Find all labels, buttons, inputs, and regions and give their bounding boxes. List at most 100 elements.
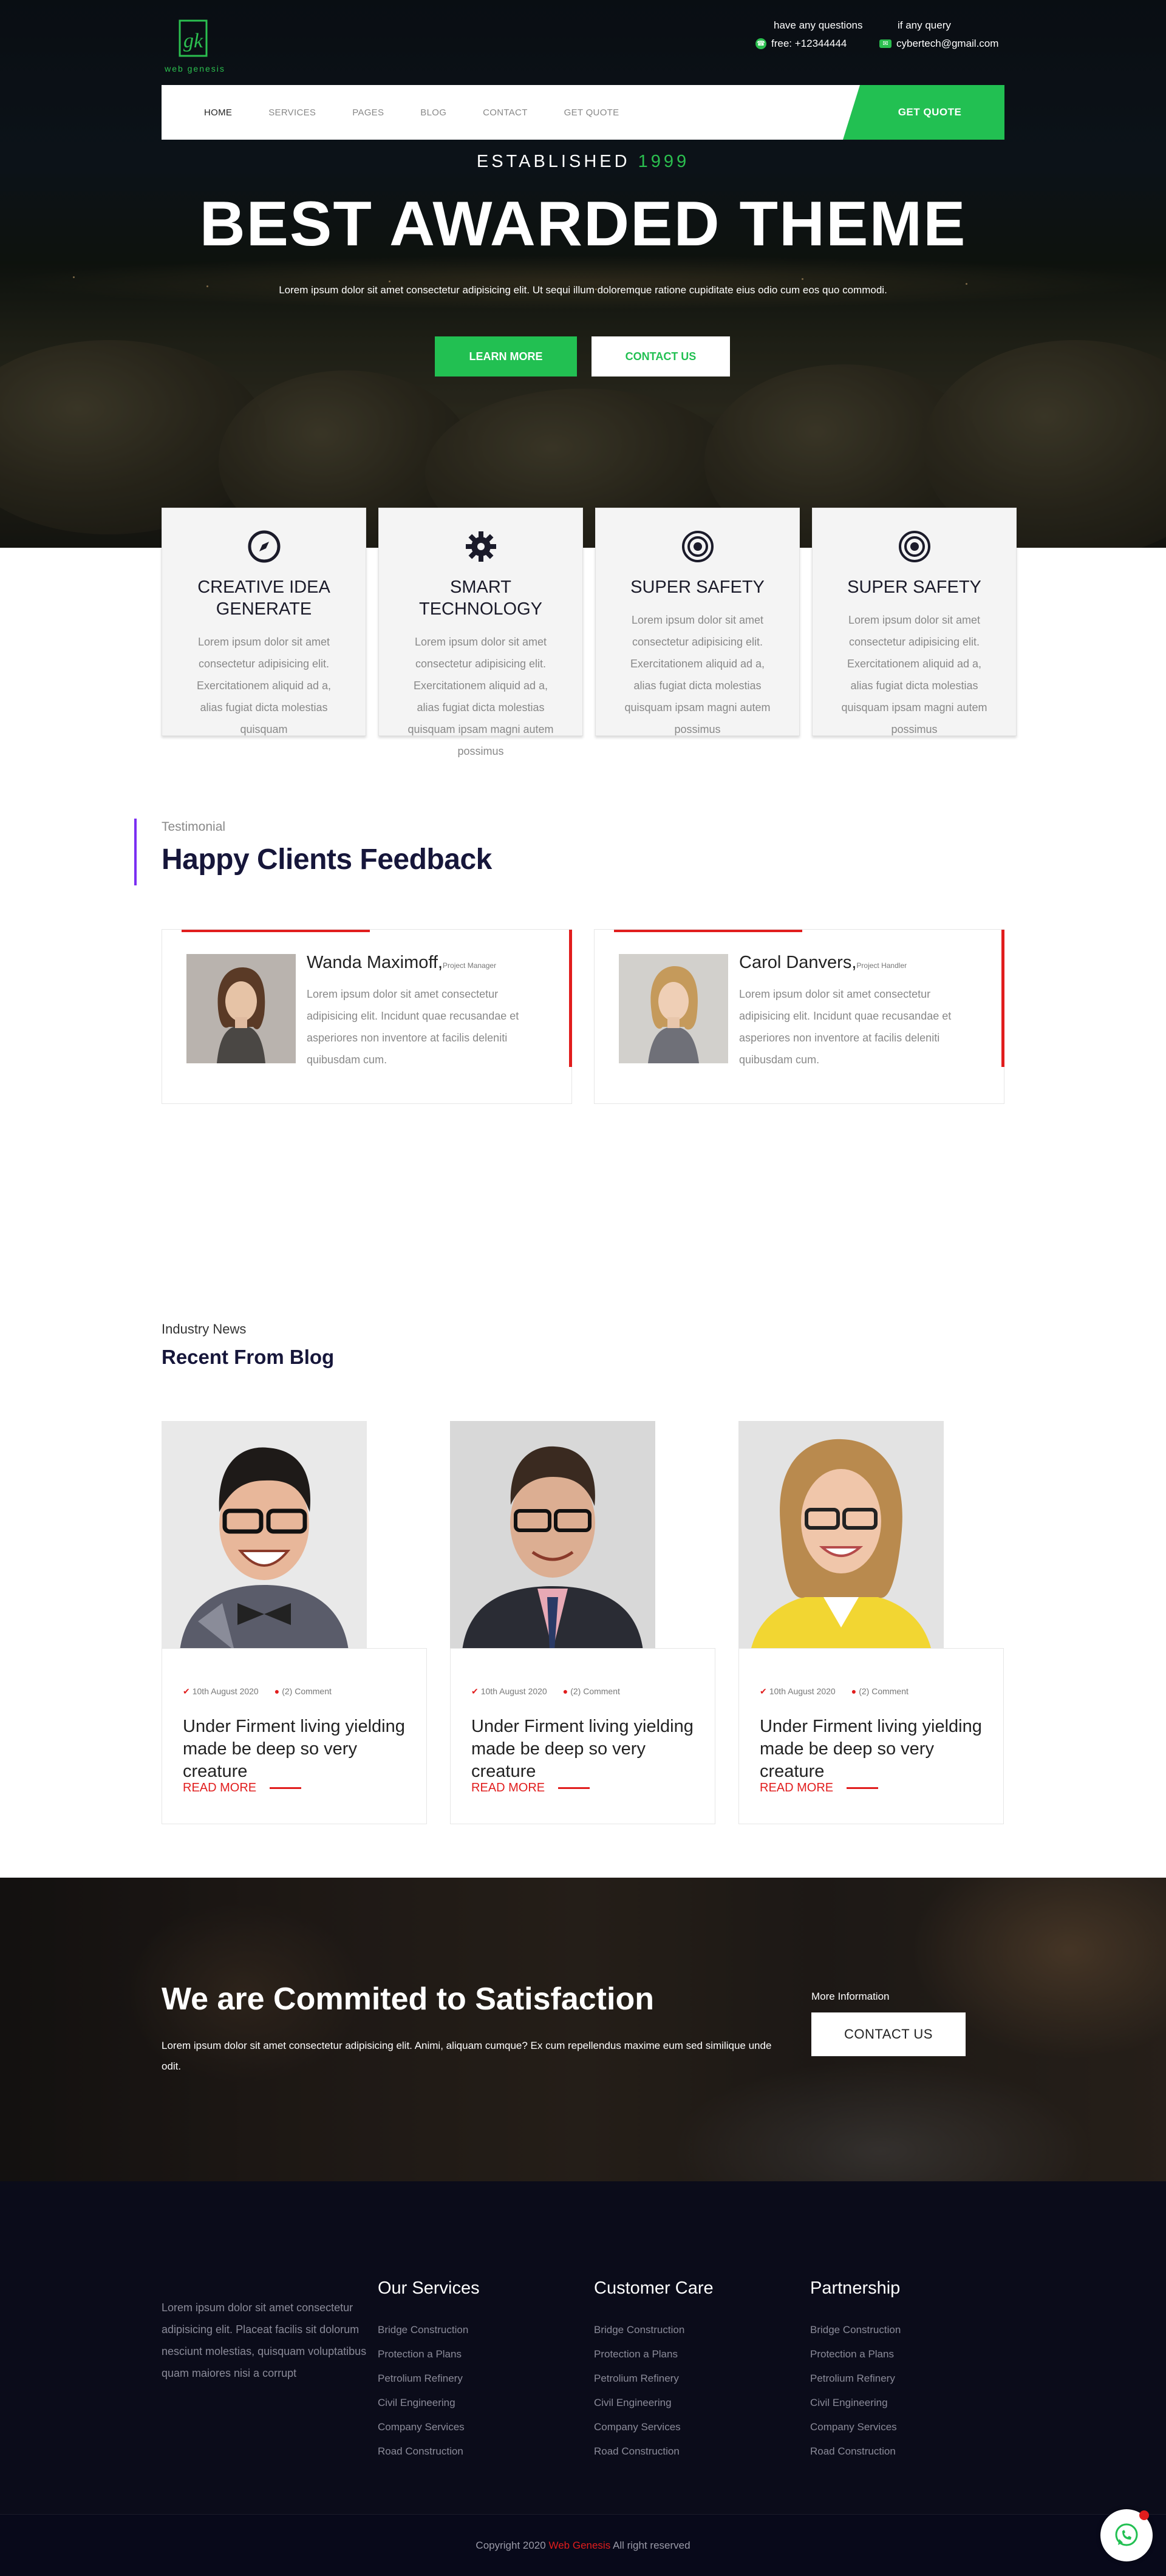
footer-link[interactable]: Protection a Plans [810, 2342, 901, 2366]
footer-link[interactable]: Petrolium Refinery [810, 2366, 901, 2391]
read-more-label: READ MORE [760, 1781, 834, 1794]
blog-meta: ✔ 10th August 2020 ● (2) Comment [471, 1686, 620, 1697]
blog-image[interactable] [450, 1421, 655, 1651]
client-quote: Lorem ipsum dolor sit amet consectetur a… [739, 988, 952, 1066]
blog-meta: ✔ 10th August 2020 ● (2) Comment [183, 1686, 332, 1697]
read-more-line [270, 1787, 302, 1789]
card-accent-right [1001, 930, 1004, 1067]
hero-title: BEST AWARDED THEME [199, 189, 967, 259]
testimonial-title: Happy Clients Feedback [162, 843, 492, 876]
blog-card: ✔ 10th August 2020 ● (2) Comment Under Fir… [738, 1421, 1004, 1824]
hero-contact-button[interactable]: CONTACT US [592, 336, 730, 377]
footer-link[interactable]: Bridge Construction [378, 2318, 480, 2342]
feature-title: CREATIVE IDEA GENERATE [197, 578, 330, 619]
cta-contact-button[interactable]: CONTACT US [811, 2012, 966, 2056]
email-block: if any query ✉ cybertech@gmail.com [879, 19, 998, 50]
comment-icon: ● [851, 1686, 857, 1696]
blog-post-title[interactable]: Under Firment living yielding made be de… [760, 1716, 990, 1783]
footer-link[interactable]: Road Construction [594, 2439, 714, 2464]
nav-item-get-quote[interactable]: GET QUOTE [564, 107, 619, 118]
footer-link[interactable]: Protection a Plans [594, 2342, 714, 2366]
footer-link[interactable]: Bridge Construction [594, 2318, 714, 2342]
footer-column-title: Partnership [810, 2278, 901, 2298]
learn-more-button[interactable]: LEARN MORE [435, 336, 577, 377]
feature-text: Lorem ipsum dolor sit amet consectetur a… [196, 636, 332, 735]
footer-column: Partnership Bridge Construction Protecti… [810, 2278, 901, 2464]
footer-link[interactable]: Company Services [810, 2415, 901, 2439]
blog-comments[interactable]: (2) Comment [570, 1686, 620, 1696]
client-name: Carol Danvers, [739, 953, 857, 972]
footer-link[interactable]: Company Services [594, 2415, 714, 2439]
copyright-prefix: Copyright 2020 [476, 2540, 546, 2551]
read-more-link[interactable]: READ MORE [760, 1781, 879, 1795]
footer-column: Customer Care Bridge Construction Protec… [594, 2278, 714, 2464]
card-accent-top [182, 930, 370, 932]
hero-section [0, 0, 1166, 548]
cta-text: Lorem ipsum dolor sit amet consectetur a… [162, 2040, 772, 2072]
email-value[interactable]: cybertech@gmail.com [896, 38, 998, 50]
feature-title: SUPER SAFETY [630, 578, 765, 597]
copyright-bar: Copyright 2020 Web Genesis All right res… [0, 2514, 1166, 2576]
testimonial-kicker: Testimonial [162, 820, 226, 834]
footer-link[interactable]: Road Construction [810, 2439, 901, 2464]
blog-image[interactable] [738, 1421, 944, 1651]
footer-link[interactable]: Protection a Plans [378, 2342, 480, 2366]
footer-link[interactable]: Road Construction [378, 2439, 480, 2464]
blog-image[interactable] [162, 1421, 367, 1651]
feature-card: CREATIVE IDEA GENERATE Lorem ipsum dolor… [162, 508, 366, 736]
check-icon: ✔ [760, 1686, 767, 1696]
footer-about: Lorem ipsum dolor sit amet consectetur a… [162, 2302, 367, 2379]
testimonial-card: Wanda Maximoff,Project Manager Lorem ips… [162, 929, 572, 1104]
blog-card-body: ✔ 10th August 2020 ● (2) Comment Under Fir… [162, 1648, 427, 1824]
read-more-label: READ MORE [183, 1781, 257, 1794]
check-icon: ✔ [471, 1686, 479, 1696]
blog-date: 10th August 2020 [480, 1686, 547, 1696]
phone-value[interactable]: free: +12344444 [771, 38, 847, 50]
logo-mark: gk [183, 30, 203, 52]
phone-icon: ☎ [755, 38, 766, 49]
footer-column-title: Our Services [378, 2278, 480, 2298]
client-name: Wanda Maximoff, [307, 953, 443, 972]
page: gk web genesis have any questions ☎ free:… [0, 0, 1166, 2576]
copyright-brand[interactable]: Web Genesis [548, 2540, 610, 2551]
footer-link[interactable]: Petrolium Refinery [594, 2366, 714, 2391]
footer-link[interactable]: Civil Engineering [810, 2391, 901, 2415]
footer-link[interactable]: Petrolium Refinery [378, 2366, 480, 2391]
email-heading: if any query [898, 19, 951, 31]
check-icon: ✔ [183, 1686, 190, 1696]
nav-item-contact[interactable]: CONTACT [483, 107, 527, 118]
read-more-link[interactable]: READ MORE [471, 1781, 590, 1795]
blog-post-title[interactable]: Under Firment living yielding made be de… [183, 1716, 414, 1783]
client-name-line: Wanda Maximoff,Project Manager [307, 953, 496, 973]
card-accent-right [569, 930, 572, 1067]
get-quote-button[interactable]: GET QUOTE [843, 85, 1004, 140]
established-label: ESTABLISHED [476, 152, 630, 171]
footer-link[interactable]: Civil Engineering [594, 2391, 714, 2415]
compass-icon [248, 530, 280, 563]
client-role: Project Manager [443, 961, 497, 970]
nav-item-home[interactable]: HOME [204, 107, 232, 118]
footer-link[interactable]: Bridge Construction [810, 2318, 901, 2342]
nav-item-pages[interactable]: PAGES [352, 107, 384, 118]
footer-link[interactable]: Company Services [378, 2415, 480, 2439]
blog-card: ✔ 10th August 2020 ● (2) Comment Under Fir… [162, 1421, 427, 1824]
blog-comments[interactable]: (2) Comment [859, 1686, 909, 1696]
blog-comments[interactable]: (2) Comment [282, 1686, 332, 1696]
blog-post-title[interactable]: Under Firment living yielding made be de… [471, 1716, 702, 1783]
feature-card: SMART TECHNOLOGY Lorem ipsum dolor sit a… [378, 508, 583, 757]
footer-link[interactable]: Civil Engineering [378, 2391, 480, 2415]
nav-item-services[interactable]: SERVICES [268, 107, 316, 118]
whatsapp-icon [1115, 2523, 1138, 2546]
feature-card: SUPER SAFETY Lorem ipsum dolor sit amet … [595, 508, 800, 736]
nav-item-blog[interactable]: BLOG [420, 107, 446, 118]
blog-card-body: ✔ 10th August 2020 ● (2) Comment Under Fir… [738, 1648, 1004, 1824]
mail-icon: ✉ [879, 39, 892, 48]
feature-title: SMART TECHNOLOGY [418, 578, 543, 619]
established-line: ESTABLISHED 1999 [0, 152, 1166, 172]
site-logo[interactable]: gk web genesis [162, 18, 228, 79]
whatsapp-button[interactable] [1100, 2509, 1153, 2561]
feature-text: Lorem ipsum dolor sit amet consectetur a… [841, 614, 987, 735]
target-icon [681, 531, 714, 562]
read-more-link[interactable]: READ MORE [183, 1781, 302, 1795]
blog-meta: ✔ 10th August 2020 ● (2) Comment [760, 1686, 909, 1697]
